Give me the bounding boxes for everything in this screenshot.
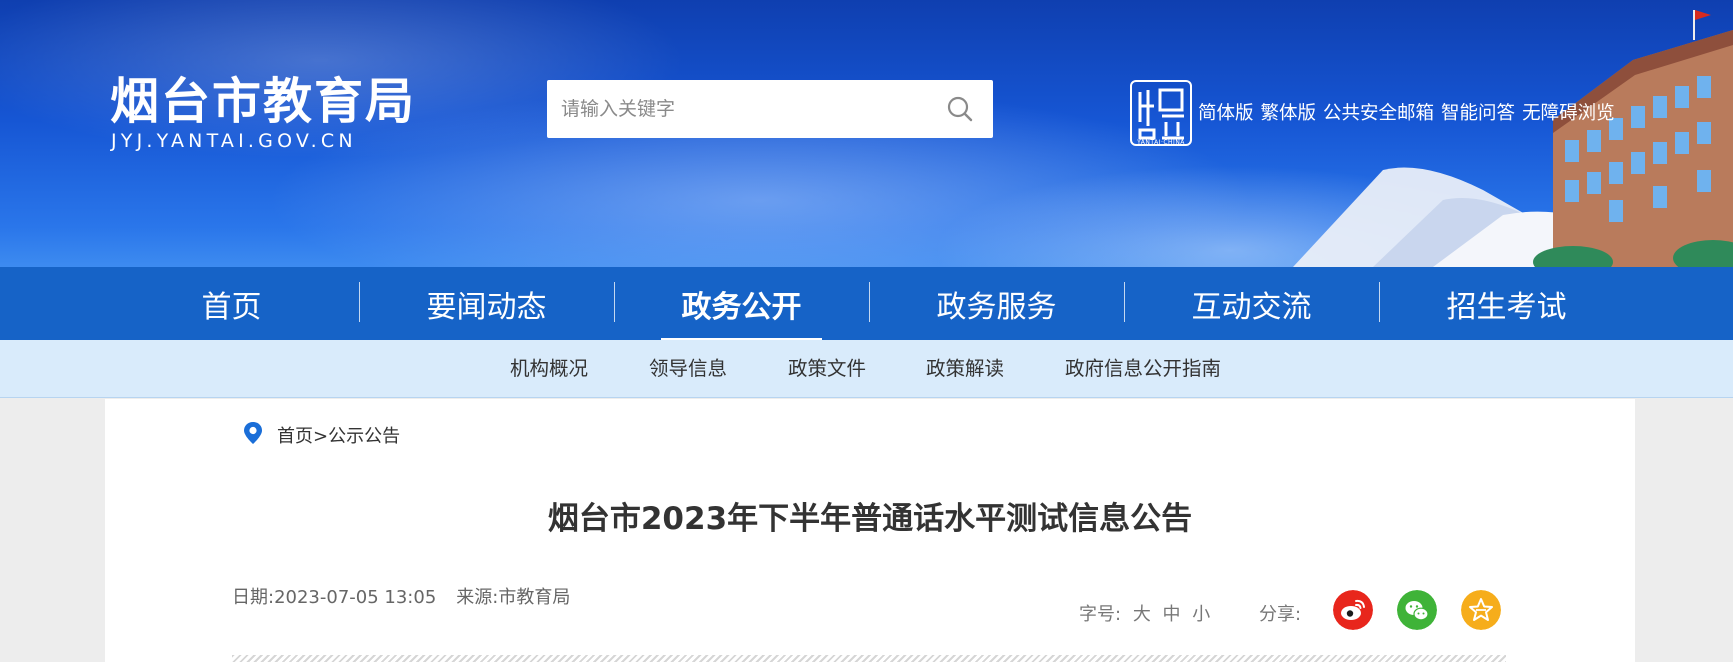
nav-news[interactable]: 要闻动态 <box>359 267 614 340</box>
subnav-disclosure-guide[interactable]: 政府信息公开指南 <box>1065 340 1221 398</box>
nav-interaction[interactable]: 互动交流 <box>1124 267 1379 340</box>
search-box <box>547 80 993 138</box>
font-size-control: 字号: 大 中 小 <box>1079 600 1210 626</box>
subnav-leadership[interactable]: 领导信息 <box>649 340 727 398</box>
simplified-chinese-link[interactable]: 简体版 <box>1198 99 1254 125</box>
breadcrumb-current[interactable]: 公示公告 <box>328 426 400 447</box>
nav-divider <box>1379 282 1380 322</box>
article-title: 烟台市2023年下半年普通话水平测试信息公告 <box>547 501 1193 537</box>
nav-home[interactable]: 首页 <box>104 267 359 340</box>
font-size-medium[interactable]: 中 <box>1163 604 1181 625</box>
nav-divider <box>1124 282 1125 322</box>
nav-enrollment-exams[interactable]: 招生考试 <box>1379 267 1634 340</box>
top-links: 简体版 繁体版 公共安全邮箱 智能问答 无障碍浏览 <box>1198 99 1622 125</box>
breadcrumb-home[interactable]: 首页 <box>277 426 313 447</box>
yantai-china-seal-icon <box>1130 80 1192 146</box>
search-icon[interactable] <box>945 94 975 124</box>
nav-divider <box>614 282 615 322</box>
main-nav: 首页 要闻动态 政务公开 政务服务 互动交流 招生考试 <box>0 267 1733 340</box>
article-divider <box>232 655 1506 662</box>
location-pin-icon <box>244 422 262 444</box>
article-date: 日期:2023-07-05 13:05 <box>232 587 437 608</box>
subnav-organization[interactable]: 机构概况 <box>510 340 588 398</box>
traditional-chinese-link[interactable]: 繁体版 <box>1261 99 1317 125</box>
sub-nav: 机构概况 领导信息 政策文件 政策解读 政府信息公开指南 <box>0 340 1733 398</box>
site-domain: JYJ.YANTAI.GOV.CN <box>111 130 357 152</box>
article-source: 来源:市教育局 <box>456 587 571 608</box>
nav-divider <box>869 282 870 322</box>
subnav-policy-documents[interactable]: 政策文件 <box>788 340 866 398</box>
smart-qa-link[interactable]: 智能问答 <box>1441 99 1515 125</box>
breadcrumb: 首页>公示公告 <box>277 422 400 448</box>
public-safety-mailbox-link[interactable]: 公共安全邮箱 <box>1323 99 1434 125</box>
search-input[interactable] <box>561 80 931 138</box>
share-label: 分享: <box>1259 604 1302 625</box>
seal-caption: YANTAI·CHINA <box>1137 139 1185 146</box>
nav-government-services[interactable]: 政务服务 <box>869 267 1124 340</box>
site-logo-title[interactable]: 烟台市教育局 <box>110 74 416 130</box>
subnav-policy-interpretation[interactable]: 政策解读 <box>926 340 1004 398</box>
school-building-illustration <box>1293 10 1733 267</box>
font-size-large[interactable]: 大 <box>1133 604 1151 625</box>
wechat-icon[interactable] <box>1397 590 1437 630</box>
header-banner: 烟台市教育局 JYJ.YANTAI.GOV.CN YANTAI·CHINA 简体… <box>0 0 1733 267</box>
nav-divider <box>359 282 360 322</box>
font-size-small[interactable]: 小 <box>1192 604 1210 625</box>
accessibility-link[interactable]: 无障碍浏览 <box>1522 99 1615 125</box>
favorite-icon[interactable] <box>1461 590 1501 630</box>
nav-government-affairs[interactable]: 政务公开 <box>614 267 869 340</box>
article-meta: 日期:2023-07-05 13:05 来源:市教育局 <box>232 583 570 609</box>
breadcrumb-separator: > <box>313 426 329 447</box>
weibo-icon[interactable] <box>1333 590 1373 630</box>
font-size-label: 字号: <box>1079 604 1122 625</box>
